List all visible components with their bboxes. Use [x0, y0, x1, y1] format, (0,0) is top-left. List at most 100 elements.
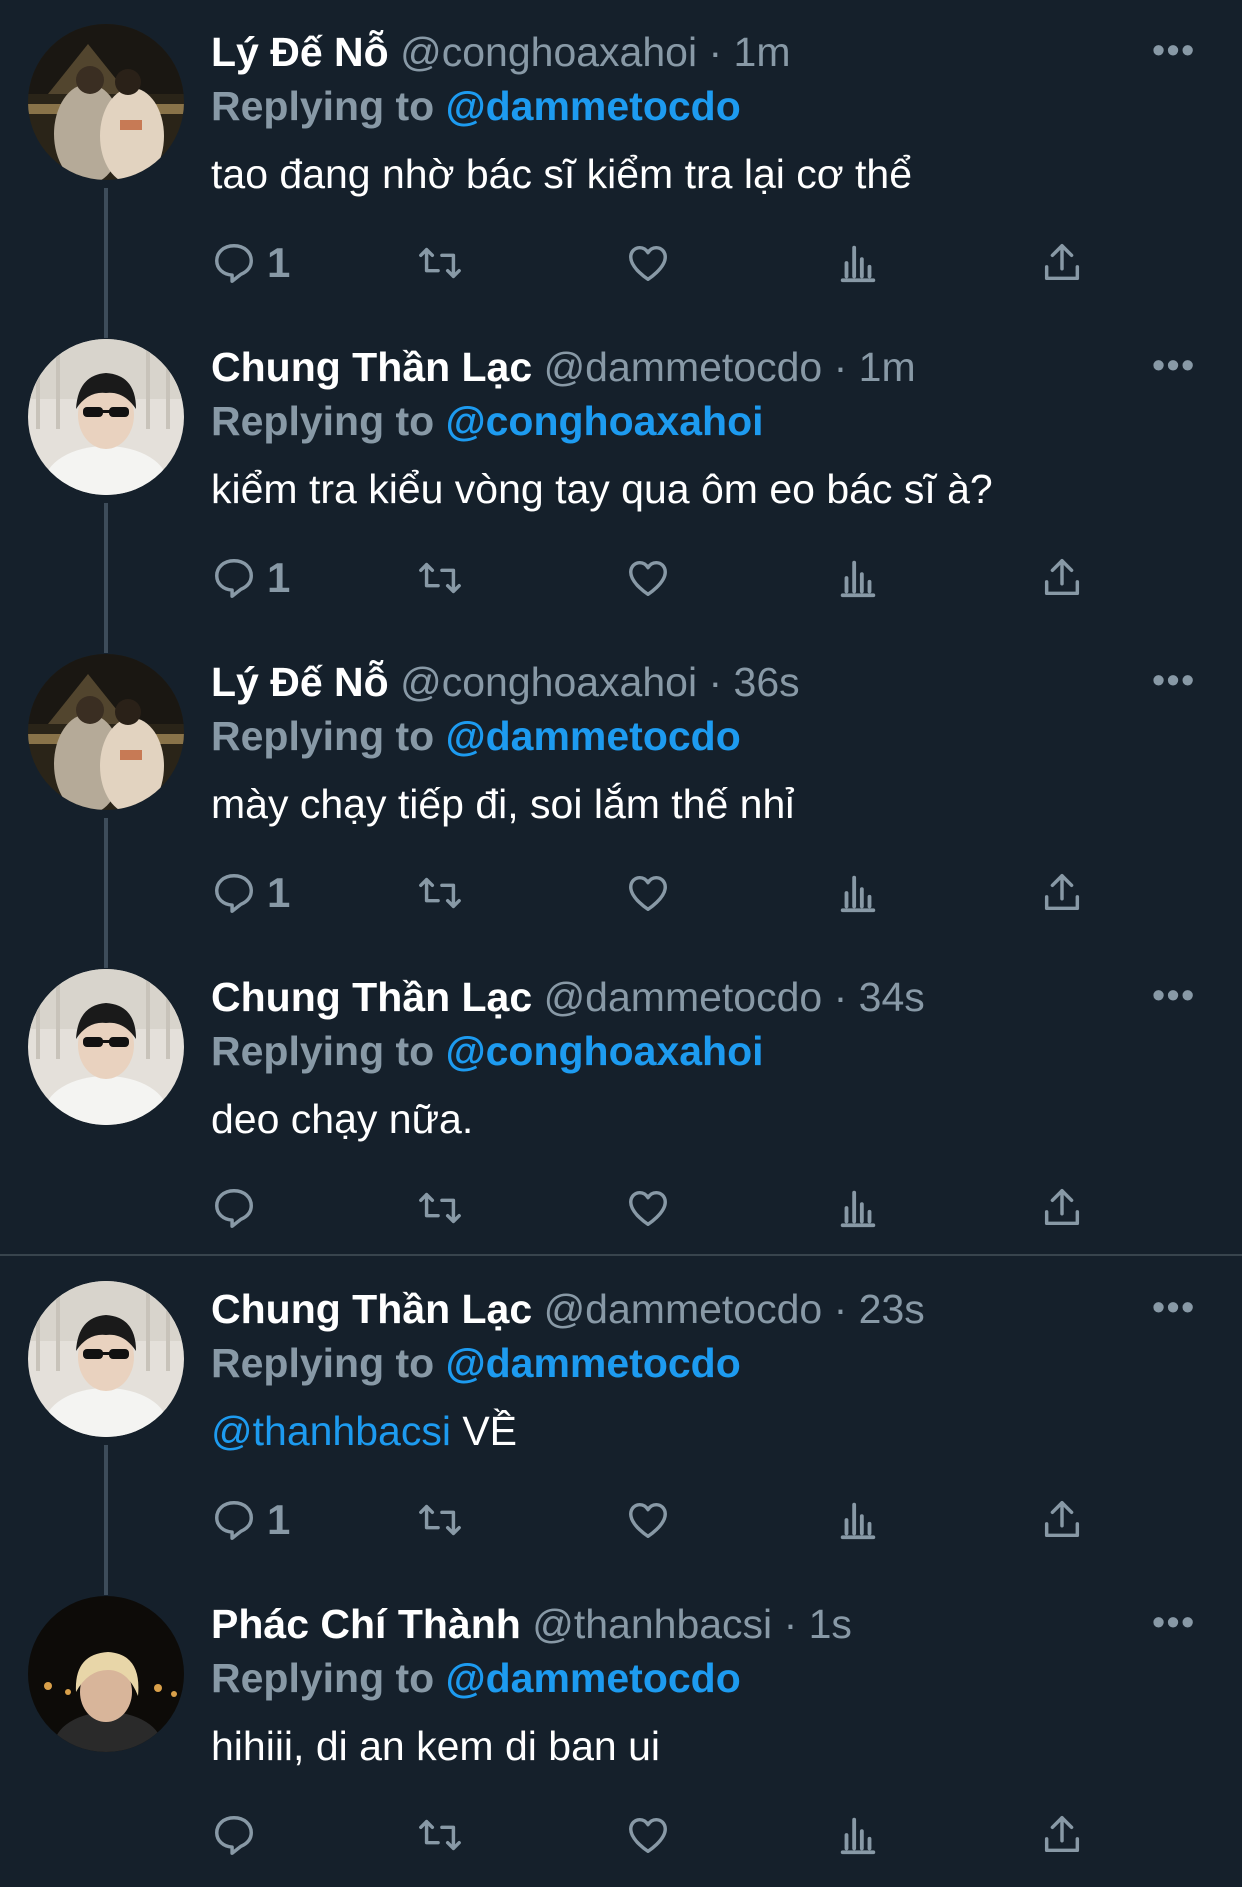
separator: ·	[783, 1601, 798, 1647]
like-button[interactable]	[625, 1806, 671, 1864]
tweet-text: mày chạy tiếp đi, soi lắm thế nhỉ	[211, 776, 794, 832]
tweet[interactable]: Chung Thần Lạc @dammetocdo · 34s ••• Rep…	[0, 945, 1242, 1260]
more-icon[interactable]: •••	[1152, 1602, 1196, 1642]
more-icon[interactable]: •••	[1152, 30, 1196, 70]
retweet-icon	[419, 247, 461, 279]
reply-button[interactable]: 1	[211, 864, 290, 922]
tweet-actions: 1	[211, 864, 1111, 922]
tweet[interactable]: Chung Thần Lạc @dammetocdo · 23s ••• Rep…	[0, 1257, 1242, 1595]
analytics-button[interactable]	[835, 549, 881, 607]
reply-button[interactable]: 1	[211, 549, 290, 607]
timestamp[interactable]: 1s	[809, 1601, 852, 1647]
avatar[interactable]	[28, 969, 184, 1125]
like-button[interactable]	[625, 864, 671, 922]
more-icon[interactable]: •••	[1152, 345, 1196, 385]
analytics-button[interactable]	[835, 1806, 881, 1864]
tweet[interactable]: Phác Chí Thành @thanhbacsi · 1s ••• Repl…	[0, 1572, 1242, 1887]
reply-button[interactable]	[211, 1179, 267, 1237]
share-button[interactable]	[1039, 1806, 1085, 1864]
share-button[interactable]	[1039, 549, 1085, 607]
analytics-icon	[840, 875, 876, 913]
avatar[interactable]	[28, 24, 184, 180]
tweet-text-content: deo chạy nữa.	[211, 1096, 474, 1142]
mention-link[interactable]: @thanhbacsi	[211, 1408, 451, 1454]
tweet[interactable]: Chung Thần Lạc @dammetocdo · 1m ••• Repl…	[0, 315, 1242, 653]
display-name[interactable]: Lý Đế Nỗ	[211, 659, 389, 705]
user-handle[interactable]: @dammetocdo	[544, 1286, 823, 1332]
tweet-actions: 1	[211, 549, 1111, 607]
like-button[interactable]	[625, 234, 671, 292]
reply-count: 1	[267, 869, 291, 916]
heart-icon	[629, 1502, 667, 1539]
more-icon[interactable]: •••	[1152, 975, 1196, 1015]
analytics-button[interactable]	[835, 1179, 881, 1237]
user-handle[interactable]: @dammetocdo	[544, 344, 823, 390]
replying-to-handle[interactable]: @dammetocdo	[446, 1655, 741, 1701]
retweet-button[interactable]	[415, 549, 465, 607]
display-name[interactable]: Phác Chí Thành	[211, 1601, 521, 1647]
retweet-button[interactable]	[415, 1179, 465, 1237]
separator: ·	[708, 29, 723, 75]
retweet-icon	[419, 1819, 461, 1851]
reply-button[interactable]	[211, 1806, 267, 1864]
retweet-button[interactable]	[415, 234, 465, 292]
tweet[interactable]: Lý Đế Nỗ @conghoaxahoi · 36s ••• Replyin…	[0, 630, 1242, 968]
share-button[interactable]	[1039, 864, 1085, 922]
reply-button[interactable]: 1	[211, 234, 290, 292]
more-icon[interactable]: •••	[1152, 660, 1196, 700]
replying-to-handle[interactable]: @dammetocdo	[446, 1340, 741, 1386]
display-name[interactable]: Chung Thần Lạc	[211, 974, 532, 1020]
display-name[interactable]: Lý Đế Nỗ	[211, 29, 389, 75]
like-button[interactable]	[625, 1179, 671, 1237]
tweet-actions	[211, 1806, 1111, 1864]
tweet-header: Lý Đế Nỗ @conghoaxahoi · 1m	[211, 24, 791, 80]
avatar[interactable]	[28, 654, 184, 810]
separator: ·	[708, 659, 723, 705]
timestamp[interactable]: 34s	[859, 974, 925, 1020]
reply-count: 1	[267, 554, 291, 601]
share-button[interactable]	[1039, 234, 1085, 292]
user-handle[interactable]: @dammetocdo	[544, 974, 823, 1020]
retweet-button[interactable]	[415, 1491, 465, 1549]
share-icon	[1044, 874, 1080, 911]
tweet-text-content: hihiii, di an kem di ban ui	[211, 1723, 660, 1769]
replying-to-handle[interactable]: @dammetocdo	[446, 713, 741, 759]
user-handle[interactable]: @conghoaxahoi	[400, 29, 697, 75]
replying-label: Replying to	[211, 398, 435, 444]
avatar[interactable]	[28, 339, 184, 495]
avatar[interactable]	[28, 1596, 184, 1752]
share-icon	[1044, 244, 1080, 281]
analytics-button[interactable]	[835, 864, 881, 922]
more-icon[interactable]: •••	[1152, 1287, 1196, 1327]
display-name[interactable]: Chung Thần Lạc	[211, 1286, 532, 1332]
analytics-button[interactable]	[835, 1491, 881, 1549]
share-icon	[1044, 1816, 1080, 1853]
reply-icon	[215, 244, 253, 283]
tweet-header: Chung Thần Lạc @dammetocdo · 23s	[211, 1281, 925, 1337]
replying-to-handle[interactable]: @conghoaxahoi	[446, 1028, 764, 1074]
user-handle[interactable]: @thanhbacsi	[532, 1601, 772, 1647]
display-name[interactable]: Chung Thần Lạc	[211, 344, 532, 390]
timestamp[interactable]: 23s	[859, 1286, 925, 1332]
tweet[interactable]: Lý Đế Nỗ @conghoaxahoi · 1m ••• Replying…	[0, 0, 1242, 338]
like-button[interactable]	[625, 1491, 671, 1549]
user-handle[interactable]: @conghoaxahoi	[400, 659, 697, 705]
like-button[interactable]	[625, 549, 671, 607]
share-button[interactable]	[1039, 1179, 1085, 1237]
share-icon	[1044, 1189, 1080, 1226]
replying-to-handle[interactable]: @dammetocdo	[446, 83, 741, 129]
timestamp[interactable]: 1m	[734, 29, 791, 75]
share-button[interactable]	[1039, 1491, 1085, 1549]
replying-to-handle[interactable]: @conghoaxahoi	[446, 398, 764, 444]
heart-icon	[629, 875, 667, 912]
replying-to: Replying to @dammetocdo	[211, 708, 741, 764]
retweet-button[interactable]	[415, 1806, 465, 1864]
analytics-icon	[840, 560, 876, 598]
tweet-text-content: mày chạy tiếp đi, soi lắm thế nhỉ	[211, 781, 795, 827]
timestamp[interactable]: 36s	[734, 659, 800, 705]
retweet-button[interactable]	[415, 864, 465, 922]
avatar[interactable]	[28, 1281, 184, 1437]
reply-button[interactable]: 1	[211, 1491, 290, 1549]
timestamp[interactable]: 1m	[859, 344, 916, 390]
analytics-button[interactable]	[835, 234, 881, 292]
